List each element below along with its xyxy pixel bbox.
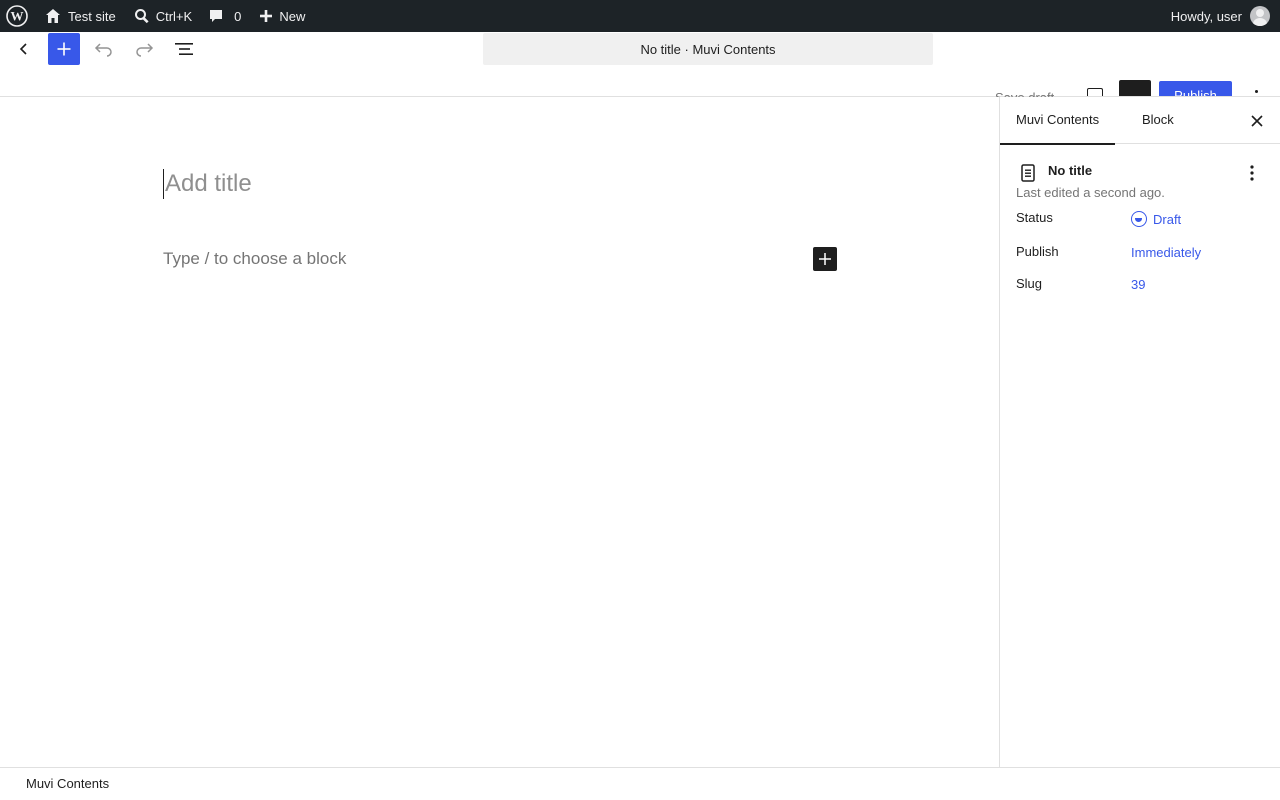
plus-icon (260, 10, 273, 22)
more-vertical-icon[interactable] (1240, 161, 1264, 185)
account-menu[interactable]: Howdy, user (1171, 6, 1280, 26)
editor-header: No title · Muvi Contents Save draft Publ… (0, 32, 1280, 98)
preview-icon[interactable] (1087, 88, 1103, 96)
wordpress-logo-icon[interactable]: W (0, 0, 36, 32)
new-label: New (279, 8, 306, 24)
redo-button[interactable] (128, 33, 160, 65)
site-name-menu[interactable]: Test site (36, 0, 124, 32)
search-icon (134, 9, 149, 24)
last-edited-text: Last edited a second ago. (1016, 185, 1165, 200)
tab-muvi-contents[interactable]: Muvi Contents (1000, 97, 1116, 145)
list-view-icon (175, 43, 193, 55)
comments-count: 0 (234, 8, 242, 24)
plus-icon (819, 253, 831, 265)
greeting: Howdy, user (1170, 8, 1242, 24)
plus-icon (57, 42, 71, 56)
post-title: No title (1048, 163, 1093, 178)
document-title: No title · Muvi Contents (640, 41, 776, 57)
command-palette-button[interactable]: Ctrl+K (124, 0, 200, 32)
block-breadcrumb-bar: Muvi Contents (0, 767, 1280, 800)
sidebar-tabs: Muvi Contents Block (1000, 97, 1280, 145)
settings-sidebar: Muvi Contents Block No title Last edited… (999, 97, 1280, 767)
publish-label: Publish (1174, 88, 1217, 96)
block-inserter-button[interactable] (48, 33, 80, 65)
editor-canvas[interactable]: Add title Type / to choose a block (0, 97, 999, 767)
undo-button[interactable] (88, 33, 120, 65)
avatar (1250, 6, 1270, 26)
admin-bar: W Test site Ctrl+K 0 New Howdy, user (0, 0, 1280, 32)
chevron-left-icon (19, 43, 27, 55)
new-content-menu[interactable]: New (249, 0, 313, 32)
svg-text:W: W (11, 9, 24, 24)
slug-toggle[interactable]: 39 (1131, 277, 1145, 292)
comment-icon (210, 10, 223, 22)
add-block-button[interactable] (813, 247, 837, 271)
post-title-input[interactable]: Add title (163, 169, 252, 199)
document-overview-button[interactable] (168, 33, 200, 65)
redo-icon (136, 43, 154, 57)
status-value: Draft (1153, 211, 1182, 227)
close-icon (1251, 115, 1263, 127)
publish-date-toggle[interactable]: Immediately (1131, 245, 1201, 260)
breadcrumb-item[interactable]: Muvi Contents (26, 776, 109, 791)
comments-menu[interactable]: 0 (200, 0, 249, 32)
back-button[interactable] (8, 33, 40, 65)
default-block-appender[interactable]: Type / to choose a block (163, 249, 346, 269)
search-shortcut: Ctrl+K (155, 8, 193, 24)
home-icon (46, 9, 60, 23)
publish-label-text: Publish (1016, 244, 1059, 259)
slug-label: Slug (1016, 276, 1043, 291)
tab-block[interactable]: Block (1126, 97, 1190, 144)
document-icon (1016, 161, 1040, 185)
status-toggle[interactable]: Draft (1131, 211, 1181, 227)
settings-toggle-button[interactable] (1119, 80, 1151, 96)
site-name: Test site (68, 8, 116, 24)
more-options-icon[interactable] (1250, 88, 1262, 96)
draft-status-icon (1131, 211, 1147, 227)
publish-button[interactable]: Publish (1159, 81, 1232, 96)
status-label: Status (1016, 210, 1053, 225)
close-sidebar-button[interactable] (1245, 109, 1269, 133)
undo-icon (94, 43, 112, 57)
document-title-bar[interactable]: No title · Muvi Contents (483, 33, 933, 65)
